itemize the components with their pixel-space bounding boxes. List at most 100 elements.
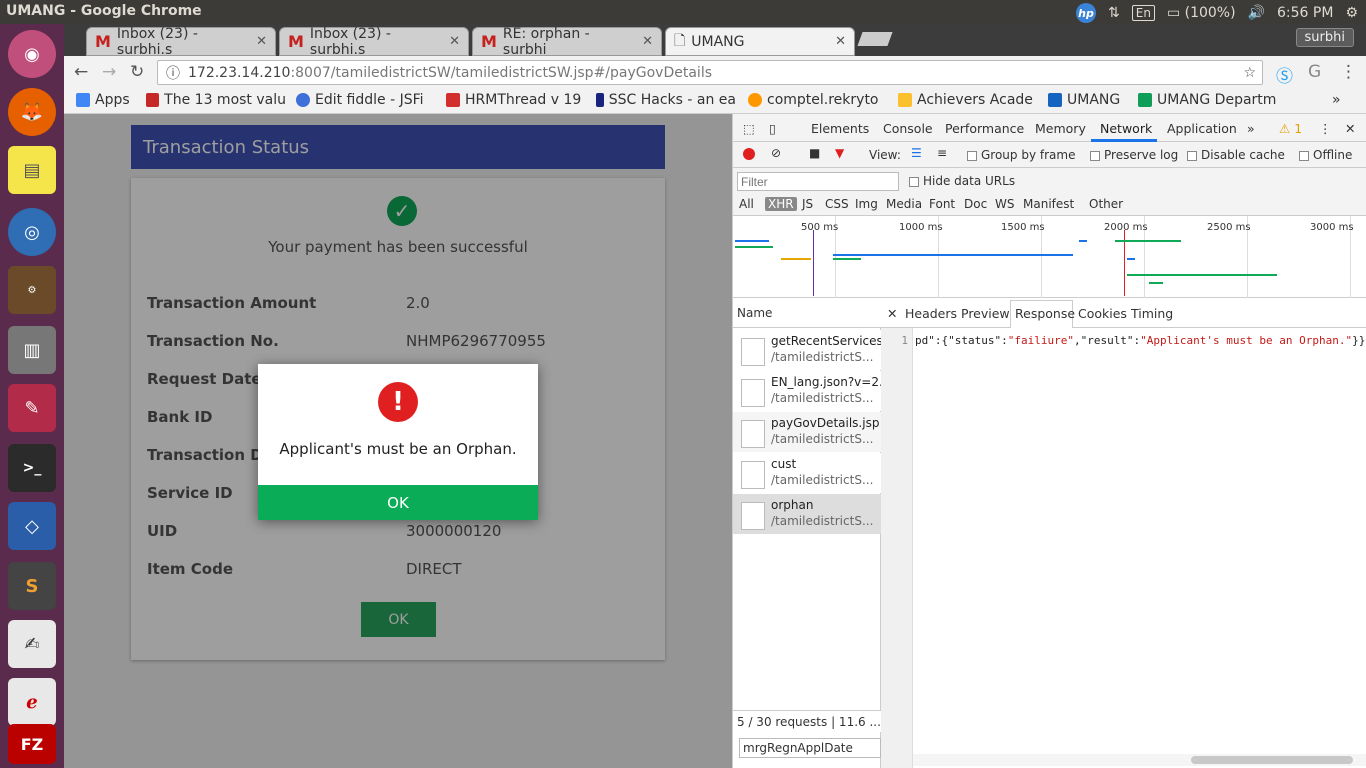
type-img[interactable]: Img (855, 197, 878, 211)
waterfall-view-icon[interactable]: ≡ (937, 146, 947, 160)
profile-button[interactable]: surbhi (1295, 28, 1354, 47)
tab-application[interactable]: Application (1167, 121, 1237, 136)
back-arrow-icon[interactable]: ← (74, 62, 88, 82)
name-column-header[interactable]: Name (733, 298, 881, 328)
settings-gear-icon[interactable]: ⚙ (1345, 5, 1358, 21)
sticky-notes-icon[interactable]: ▤ (8, 146, 56, 194)
record-icon[interactable] (743, 148, 755, 160)
tab-inbox-1[interactable]: M Inbox (23) - surbhi.s ✕ (86, 26, 276, 58)
group-by-frame-checkbox[interactable]: Group by frame (967, 148, 1075, 162)
close-detail-icon[interactable]: ✕ (887, 306, 897, 321)
bookmark-item[interactable]: UMANG (1048, 92, 1130, 108)
close-tab-icon[interactable]: ✕ (835, 34, 846, 49)
detail-tab-response[interactable]: Response (1015, 306, 1075, 321)
tab-performance[interactable]: Performance (945, 121, 1024, 136)
horizontal-scrollbar[interactable] (913, 754, 1366, 766)
clock[interactable]: 6:56 PM (1277, 5, 1333, 21)
detail-tab-headers[interactable]: Headers (905, 306, 957, 321)
keyboard-indicator[interactable]: En (1131, 5, 1155, 21)
close-tab-icon[interactable]: ✕ (256, 34, 267, 49)
close-tab-icon[interactable]: ✕ (449, 34, 460, 49)
bookmark-item[interactable]: comptel.rekryto (748, 92, 884, 108)
close-devtools-icon[interactable]: ✕ (1345, 121, 1355, 136)
request-row-selected[interactable]: orphan/tamiledistrictS... (733, 494, 881, 534)
type-js[interactable]: JS (802, 197, 813, 211)
response-viewer[interactable]: 1 pd":{"status":"failiure","result":"App… (881, 328, 1366, 768)
preserve-log-checkbox[interactable]: Preserve log (1090, 148, 1178, 162)
type-font[interactable]: Font (929, 197, 955, 211)
detail-tab-timing[interactable]: Timing (1131, 306, 1173, 321)
info-icon[interactable]: ⓘ (166, 63, 180, 83)
bookmark-apps[interactable]: Apps (76, 92, 138, 108)
type-css[interactable]: CSS (825, 197, 849, 211)
type-other[interactable]: Other (1089, 197, 1123, 211)
vscode-icon[interactable]: ◇ (8, 502, 56, 550)
type-manifest[interactable]: Manifest (1023, 197, 1074, 211)
grammar-extension-icon[interactable]: G (1308, 62, 1321, 82)
chrome-menu-icon[interactable]: ⋮ (1340, 62, 1357, 82)
file-manager-icon[interactable]: ▥ (8, 326, 56, 374)
filter-funnel-icon[interactable]: ▼ (835, 146, 844, 160)
device-toolbar-icon[interactable]: ▯ (769, 121, 776, 136)
hide-data-urls-checkbox[interactable]: Hide data URLs (909, 174, 1015, 188)
network-overview-timeline[interactable]: 500 ms 1000 ms 1500 ms 2000 ms 2500 ms 3… (733, 216, 1366, 298)
type-all[interactable]: All (739, 197, 754, 211)
tab-console[interactable]: Console (883, 121, 933, 136)
ubuntu-dash-icon[interactable]: ◉ (8, 30, 56, 78)
filezilla-icon[interactable]: FZ (8, 724, 56, 764)
tab-umang[interactable]: 🗋 UMANG ✕ (665, 27, 855, 56)
type-ws[interactable]: WS (995, 197, 1014, 211)
capture-screenshots-icon[interactable]: ■ (809, 146, 820, 160)
firefox-icon[interactable]: 🦊 (8, 88, 56, 136)
detail-tab-cookies[interactable]: Cookies (1078, 306, 1127, 321)
bookmark-item[interactable]: HRMThread v 19 (446, 92, 582, 108)
offline-checkbox[interactable]: Offline (1299, 148, 1352, 162)
request-row[interactable]: EN_lang.json?v=2.0/tamiledistrictS... (733, 371, 881, 411)
bookmark-item[interactable]: UMANG Departm (1138, 92, 1290, 108)
text-editor-icon[interactable]: ✍ (8, 620, 56, 668)
new-tab-button[interactable] (857, 32, 893, 46)
tab-re-orphan[interactable]: M RE: orphan - surbhi ✕ (472, 26, 662, 58)
sublime-text-icon[interactable]: S (8, 562, 56, 610)
terminal-icon[interactable]: >_ (8, 444, 56, 492)
alert-ok-button[interactable]: OK (258, 485, 538, 520)
clear-icon[interactable]: ⊘ (771, 146, 781, 160)
request-row[interactable]: cust/tamiledistrictS... (733, 453, 881, 493)
forward-arrow-icon[interactable]: → (102, 62, 116, 82)
reload-icon[interactable]: ↻ (130, 62, 144, 82)
filter-input[interactable] (737, 172, 899, 191)
tab-inbox-2[interactable]: M Inbox (23) - surbhi.s ✕ (279, 26, 469, 58)
warnings-badge[interactable]: ⚠ 1 (1279, 121, 1302, 136)
pen-app-icon[interactable]: ✎ (8, 384, 56, 432)
skype-extension-icon[interactable]: Ⓢ (1276, 62, 1293, 87)
bookmark-item[interactable]: SSC Hacks - an ea (596, 92, 736, 108)
type-media[interactable]: Media (886, 197, 922, 211)
request-row[interactable]: getRecentServices/tamiledistrictS... (733, 330, 881, 370)
bookmark-item[interactable]: Achievers Acade (898, 92, 1034, 108)
tab-memory[interactable]: Memory (1035, 121, 1086, 136)
tab-network[interactable]: Network (1100, 121, 1152, 136)
scrollbar-thumb[interactable] (1191, 756, 1353, 764)
tab-elements[interactable]: Elements (811, 121, 869, 136)
bookmark-star-icon[interactable]: ☆ (1243, 65, 1256, 81)
bookmark-item[interactable]: The 13 most valu (146, 92, 286, 108)
java-ee-ide-icon[interactable]: ⚙ (8, 266, 56, 314)
request-row[interactable]: payGovDetails.jsp/tamiledistrictS... (733, 412, 881, 452)
hp-logo-icon[interactable]: hp (1076, 3, 1097, 23)
devtools-menu-icon[interactable]: ⋮ (1319, 121, 1332, 136)
type-doc[interactable]: Doc (964, 197, 987, 211)
chrome-icon[interactable]: ◎ (8, 208, 56, 256)
bookmarks-overflow-icon[interactable]: » (1332, 92, 1352, 108)
console-drawer-input[interactable]: mrgRegnApplDate (739, 738, 881, 758)
pdf-viewer-icon[interactable]: ℯ (8, 678, 56, 726)
close-tab-icon[interactable]: ✕ (642, 34, 653, 49)
large-rows-icon[interactable]: ☰ (911, 146, 922, 160)
address-bar[interactable]: ⓘ 172.23.14.210:8007/tamiledistrictSW/ta… (157, 60, 1263, 85)
volume-icon[interactable]: 🔊 (1248, 5, 1265, 21)
inspect-element-icon[interactable]: ⬚ (743, 121, 755, 136)
more-tabs-icon[interactable]: » (1247, 121, 1255, 136)
network-icon[interactable]: ⇅ (1108, 5, 1120, 21)
type-xhr[interactable]: XHR (765, 197, 797, 211)
detail-tab-preview[interactable]: Preview (961, 306, 1010, 321)
bookmark-item[interactable]: Edit fiddle - JSFi (296, 92, 436, 108)
